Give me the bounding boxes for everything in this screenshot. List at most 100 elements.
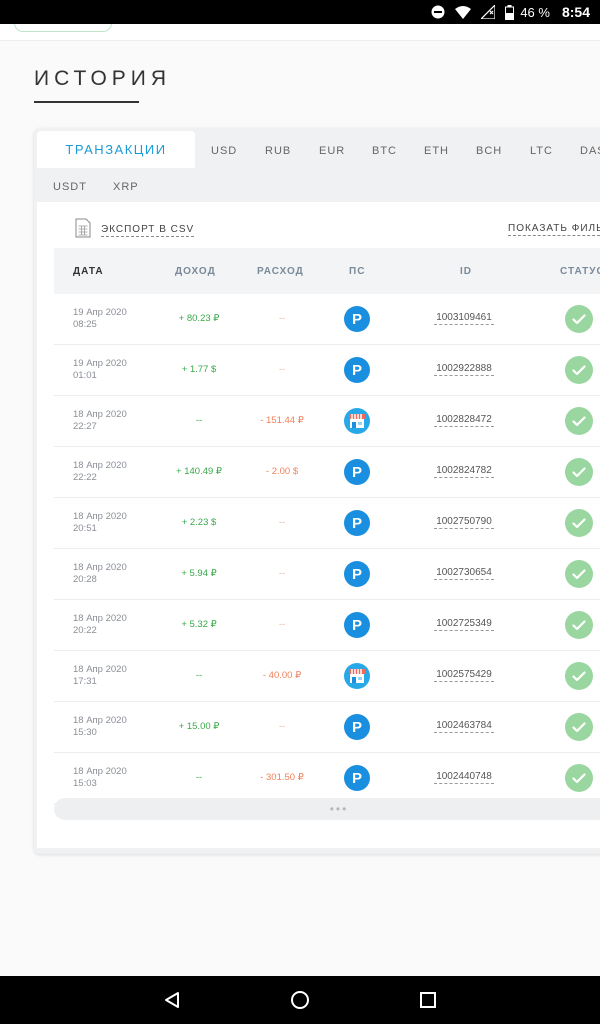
- header-ps[interactable]: ПС: [349, 266, 365, 277]
- cell-expense: - 2.00 $: [265, 466, 299, 477]
- status-check-icon: [565, 713, 593, 741]
- history-card: ТРАНЗАКЦИИ USD RUB EUR BTC ETH BCH LTC D…: [34, 128, 600, 854]
- date-text: 18 Апр 2020: [73, 766, 127, 777]
- cell-ps: [344, 408, 370, 434]
- table-row[interactable]: 18 Апр 2020 22:27 -- - 151.44 ₽ 1002828472: [54, 396, 600, 447]
- transaction-id-link[interactable]: 1002440748: [434, 771, 494, 784]
- header-status[interactable]: СТАТУС: [560, 266, 600, 277]
- no-signal-icon: [481, 5, 496, 19]
- table-row[interactable]: 18 Апр 2020 15:03 -- - 301.50 ₽ P 1002440748: [54, 753, 600, 804]
- table-row[interactable]: 18 Апр 2020 22:22 + 140.49 ₽ - 2.00 $ P 10028…: [54, 447, 600, 498]
- time-text: 22:22: [73, 472, 97, 483]
- cell-date: 18 Апр 2020 20:28: [73, 562, 145, 586]
- cell-ps: P: [344, 765, 370, 791]
- cell-income: + 15.00 ₽: [178, 721, 220, 732]
- tab-usdt[interactable]: USDT: [53, 181, 87, 193]
- table-row[interactable]: 18 Апр 2020 20:28 + 5.94 ₽ -- P 1002730654: [54, 549, 600, 600]
- back-icon[interactable]: [160, 988, 184, 1012]
- transaction-id-link[interactable]: 1002730654: [434, 567, 494, 580]
- export-csv-label: ЭКСПОРТ В CSV: [101, 224, 195, 237]
- tabs-row: ТРАНЗАКЦИИ USD RUB EUR BTC ETH BCH LTC D…: [34, 128, 600, 168]
- cell-income: + 5.32 ₽: [181, 619, 217, 630]
- header-income[interactable]: ДОХОД: [175, 266, 216, 277]
- cell-date: 18 Апр 2020 15:03: [73, 766, 145, 790]
- time-text: 17:31: [73, 676, 97, 687]
- transaction-id-link[interactable]: 1002463784: [434, 720, 494, 733]
- tab-rub[interactable]: RUB: [265, 145, 291, 157]
- cell-income: --: [195, 772, 203, 783]
- cell-ps: P: [344, 357, 370, 383]
- table-row[interactable]: 18 Апр 2020 17:31 -- - 40.00 ₽ 1002575429: [54, 651, 600, 702]
- status-check-icon: [565, 560, 593, 588]
- tab-eth[interactable]: ETH: [424, 145, 449, 157]
- cell-date: 19 Апр 2020 08:25: [73, 307, 145, 331]
- header-expense[interactable]: РАСХОД: [257, 266, 304, 277]
- table-row[interactable]: 19 Апр 2020 08:25 + 80.23 ₽ -- P 1003109461: [54, 294, 600, 345]
- cell-expense: - 301.50 ₽: [260, 772, 304, 783]
- transaction-id-link[interactable]: 1002922888: [434, 363, 494, 376]
- cell-expense: --: [278, 517, 286, 528]
- date-text: 19 Апр 2020: [73, 358, 127, 369]
- date-text: 18 Апр 2020: [73, 409, 127, 420]
- payment-system-p-icon: P: [344, 357, 370, 383]
- show-filter-button[interactable]: ПОКАЗАТЬ ФИЛЬТ: [508, 223, 600, 236]
- time-text: 20:51: [73, 523, 97, 534]
- cell-income: + 1.77 $: [181, 364, 217, 375]
- battery-icon: [505, 4, 515, 20]
- header-id[interactable]: ID: [460, 266, 472, 277]
- table-row[interactable]: 18 Апр 2020 15:30 + 15.00 ₽ -- P 1002463784: [54, 702, 600, 753]
- tab-xrp[interactable]: XRP: [113, 181, 139, 193]
- transaction-id-link[interactable]: 1002750790: [434, 516, 494, 529]
- more-dots: •••: [329, 802, 349, 816]
- time-text: 08:25: [73, 319, 97, 330]
- date-text: 18 Апр 2020: [73, 460, 127, 471]
- tab-dash[interactable]: DAS: [580, 145, 600, 157]
- date-text: 19 Апр 2020: [73, 307, 127, 318]
- transaction-id-link[interactable]: 1002725349: [434, 618, 494, 631]
- export-csv-button[interactable]: ЭКСПОРТ В CSV: [75, 218, 195, 243]
- tab-transactions[interactable]: ТРАНЗАКЦИИ: [37, 131, 195, 168]
- cell-expense: --: [278, 721, 286, 732]
- tab-ltc[interactable]: LTC: [530, 145, 553, 157]
- payment-system-p-icon: P: [344, 510, 370, 536]
- tab-usd[interactable]: USD: [211, 145, 237, 157]
- tab-btc[interactable]: BTC: [372, 145, 397, 157]
- table-row[interactable]: 18 Апр 2020 20:22 + 5.32 ₽ -- P 1002725349: [54, 600, 600, 651]
- transaction-id-link[interactable]: 1002575429: [434, 669, 494, 682]
- transactions-panel: ЭКСПОРТ В CSV ПОКАЗАТЬ ФИЛЬТ ДАТА ДОХОД …: [37, 202, 600, 848]
- cell-ps: P: [344, 459, 370, 485]
- payment-system-p-icon: P: [344, 561, 370, 587]
- tab-bch[interactable]: BCH: [476, 145, 502, 157]
- cell-ps: [344, 663, 370, 689]
- tab-eur[interactable]: EUR: [319, 145, 345, 157]
- date-text: 18 Апр 2020: [73, 613, 127, 624]
- cell-date: 19 Апр 2020 01:01: [73, 358, 145, 382]
- cell-ps: P: [344, 561, 370, 587]
- cell-ps: P: [344, 306, 370, 332]
- header-date[interactable]: ДАТА: [73, 266, 104, 277]
- ps-letter: P: [351, 310, 362, 328]
- shop-icon: [344, 663, 370, 689]
- cell-date: 18 Апр 2020 22:22: [73, 460, 145, 484]
- transaction-id-link[interactable]: 1003109461: [434, 312, 494, 325]
- title-underline: [34, 101, 139, 103]
- recents-icon[interactable]: [416, 988, 440, 1012]
- header-button[interactable]: [14, 24, 112, 32]
- payment-system-p-icon: P: [344, 459, 370, 485]
- wifi-icon: [455, 5, 472, 19]
- status-check-icon: [565, 662, 593, 690]
- cell-expense: - 40.00 ₽: [262, 670, 302, 681]
- cell-expense: --: [278, 568, 286, 579]
- load-more-bar[interactable]: •••: [54, 798, 600, 820]
- transaction-id-link[interactable]: 1002824782: [434, 465, 494, 478]
- spreadsheet-icon: [75, 218, 91, 243]
- cell-income: + 5.94 ₽: [181, 568, 217, 579]
- payment-system-p-icon: P: [344, 612, 370, 638]
- transactions-table: ДАТА ДОХОД РАСХОД ПС ID СТАТУС 19 Апр 20…: [54, 248, 600, 804]
- home-icon[interactable]: [288, 988, 312, 1012]
- status-check-icon: [565, 509, 593, 537]
- time-text: 15:03: [73, 778, 97, 789]
- table-row[interactable]: 18 Апр 2020 20:51 + 2.23 $ -- P 1002750790: [54, 498, 600, 549]
- table-row[interactable]: 19 Апр 2020 01:01 + 1.77 $ -- P 1002922888: [54, 345, 600, 396]
- transaction-id-link[interactable]: 1002828472: [434, 414, 494, 427]
